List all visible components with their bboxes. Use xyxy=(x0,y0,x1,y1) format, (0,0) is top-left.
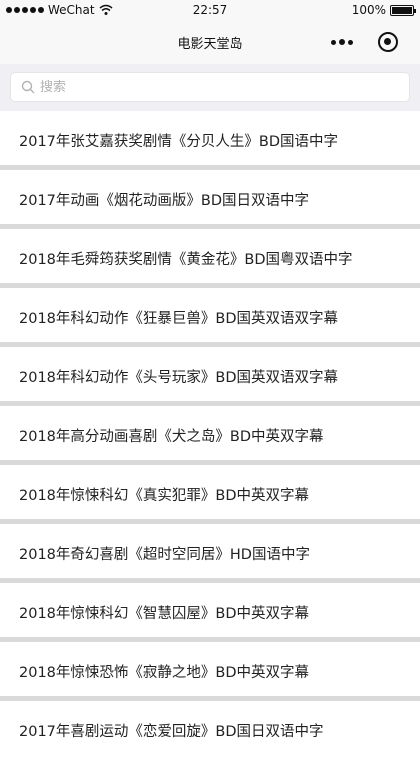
nav-bar: 电影天堂岛 xyxy=(0,20,420,64)
search-area xyxy=(0,64,420,111)
list-item[interactable]: 2018年高分动画喜剧《犬之岛》BD中英双字幕 xyxy=(0,406,420,465)
list-item[interactable]: 2017年张艾嘉获奖剧情《分贝人生》BD国语中字 xyxy=(0,111,420,170)
list-item-label: 2018年惊悚恐怖《寂静之地》BD中英双字幕 xyxy=(19,665,310,681)
status-right: 100% xyxy=(351,3,416,17)
list-item[interactable]: 2018年毛舜筠获奖剧情《黄金花》BD国粤双语中字 xyxy=(0,229,420,288)
list-item[interactable]: 2018年科幻动作《狂暴巨兽》BD国英双语双字幕 xyxy=(0,288,420,347)
list-item[interactable]: 2017年动画《烟花动画版》BD国日双语中字 xyxy=(0,170,420,229)
list-item-label: 2018年惊悚科幻《真实犯罪》BD中英双字幕 xyxy=(19,488,310,504)
list-item-label: 2017年动画《烟花动画版》BD国日双语中字 xyxy=(19,193,310,209)
search-icon xyxy=(21,80,35,94)
list-item[interactable]: 2018年奇幻喜剧《超时空同居》HD国语中字 xyxy=(0,524,420,583)
list-item-label: 2018年惊悚科幻《智慧囚屋》BD中英双字幕 xyxy=(19,606,310,622)
list-item-label: 2018年科幻动作《头号玩家》BD国英双语双字幕 xyxy=(19,370,339,386)
more-dots-icon[interactable] xyxy=(331,36,355,48)
list-item[interactable]: 2018年科幻动作《头号玩家》BD国英双语双字幕 xyxy=(0,347,420,406)
page-title: 电影天堂岛 xyxy=(177,37,243,52)
status-bar: WeChat 22:57 100% xyxy=(0,0,420,20)
list-item[interactable]: 2017年喜剧运动《恋爱回旋》BD国日双语中字 xyxy=(0,701,420,760)
list-item-label: 2018年高分动画喜剧《犬之岛》BD中英双字幕 xyxy=(19,429,324,445)
search-input[interactable] xyxy=(40,79,380,95)
list-item-label: 2017年张艾嘉获奖剧情《分贝人生》BD国语中字 xyxy=(19,134,339,150)
close-target-icon[interactable] xyxy=(378,32,398,52)
list-item-label: 2018年毛舜筠获奖剧情《黄金花》BD国粤双语中字 xyxy=(19,252,353,268)
movie-list: 2017年张艾嘉获奖剧情《分贝人生》BD国语中字 2017年动画《烟花动画版》B… xyxy=(0,111,420,760)
list-item[interactable]: 2018年惊悚恐怖《寂静之地》BD中英双字幕 xyxy=(0,642,420,701)
list-item[interactable]: 2018年惊悚科幻《智慧囚屋》BD中英双字幕 xyxy=(0,583,420,642)
list-item-label: 2018年奇幻喜剧《超时空同居》HD国语中字 xyxy=(19,547,310,563)
list-item-label: 2018年科幻动作《狂暴巨兽》BD国英双语双字幕 xyxy=(19,311,339,327)
battery-icon xyxy=(390,4,416,16)
list-item[interactable]: 2018年惊悚科幻《真实犯罪》BD中英双字幕 xyxy=(0,465,420,524)
search-box[interactable] xyxy=(10,72,410,102)
battery-label: 100% xyxy=(351,3,386,17)
list-item-label: 2017年喜剧运动《恋爱回旋》BD国日双语中字 xyxy=(19,724,324,740)
